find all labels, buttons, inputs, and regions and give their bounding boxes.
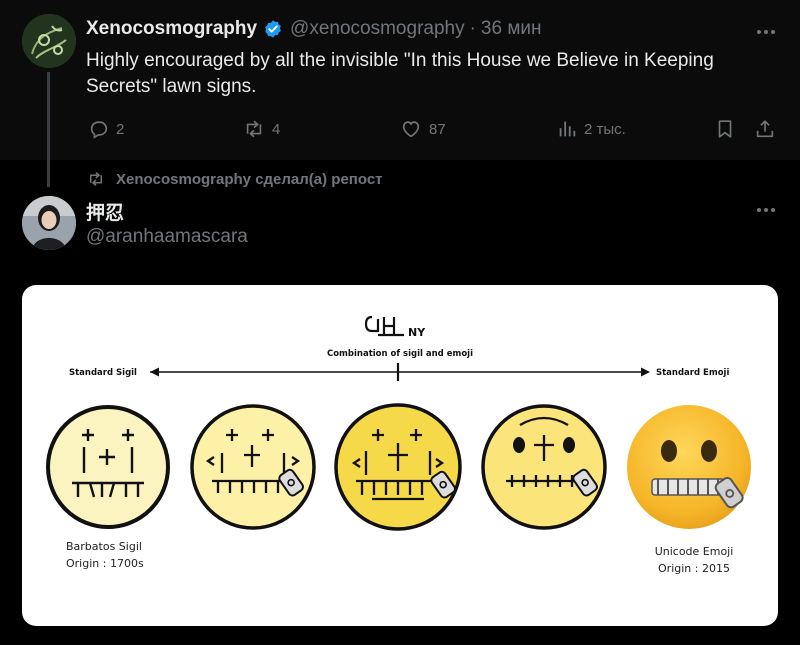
repost-notice[interactable]: Xenocosmography сделал(а) репост (86, 170, 383, 188)
post-header: Xenocosmography @xenocosmography · 36 ми… (86, 18, 542, 40)
post-image[interactable]: NY Combination of sigil and emoji Standa… (22, 285, 778, 626)
right-caption-origin: Origin : 2015 (658, 562, 730, 575)
separator-dot: · (469, 18, 476, 39)
verified-badge-icon (263, 19, 283, 39)
share-icon (756, 120, 774, 138)
reply-button[interactable]: 2 (88, 118, 124, 140)
zipper-mouth-emoji-icon (627, 405, 751, 529)
views-icon (559, 121, 576, 137)
author-handle[interactable]: @xenocosmography (290, 18, 465, 40)
repost-icon (246, 120, 262, 138)
share-button[interactable] (754, 118, 776, 140)
repost-button[interactable]: 4 (242, 118, 280, 140)
bookmark-button[interactable] (714, 118, 736, 140)
avatar[interactable] (22, 14, 76, 68)
sigil-emoji-blend-2-icon (334, 403, 462, 531)
author-name[interactable]: Xenocosmography (86, 18, 257, 40)
left-caption-name: Barbatos Sigil (66, 540, 142, 553)
view-count: 2 тыс. (584, 120, 626, 138)
post-quoting[interactable]: Xenocosmography @xenocosmography · 36 ми… (0, 0, 800, 160)
bookmark-icon (718, 120, 732, 138)
reply-count: 2 (116, 120, 125, 138)
post-actions: 2 4 87 2 тыс. (86, 118, 786, 144)
barbatos-sigil-icon (46, 405, 170, 529)
post-time[interactable]: 36 мин (481, 18, 542, 40)
avatar[interactable] (22, 196, 76, 250)
post-text: Highly encouraged by all the invisible "… (86, 50, 714, 97)
repost-icon (90, 172, 102, 186)
reposted-author-handle[interactable]: @aranhaamascara (86, 226, 248, 248)
reply-icon (90, 121, 108, 139)
views-button[interactable]: 2 тыс. (556, 118, 626, 140)
right-caption-name: Unicode Emoji (655, 545, 734, 558)
more-icon[interactable] (755, 21, 777, 43)
more-icon[interactable] (755, 199, 777, 221)
like-button[interactable]: 87 (399, 118, 446, 140)
left-axis-label: Standard Sigil (69, 368, 137, 378)
center-symbol-suffix: NY (408, 326, 426, 339)
sigil-emoji-blend-3-icon (481, 404, 607, 530)
left-caption-origin: Origin : 1700s (66, 557, 144, 570)
center-title: Combination of sigil and emoji (327, 349, 473, 359)
thread-line (47, 72, 50, 187)
right-axis-label: Standard Emoji (656, 368, 729, 378)
like-count: 87 (429, 120, 446, 138)
axis-arrow (150, 363, 650, 381)
repost-notice-text: Xenocosmography сделал(а) репост (116, 170, 383, 188)
sigil-emoji-blend-1-icon (190, 404, 316, 530)
reposted-author-name[interactable]: 押忍 (86, 198, 124, 225)
repost-count: 4 (272, 120, 281, 138)
combined-symbol-icon (364, 315, 404, 337)
like-icon (402, 121, 420, 138)
